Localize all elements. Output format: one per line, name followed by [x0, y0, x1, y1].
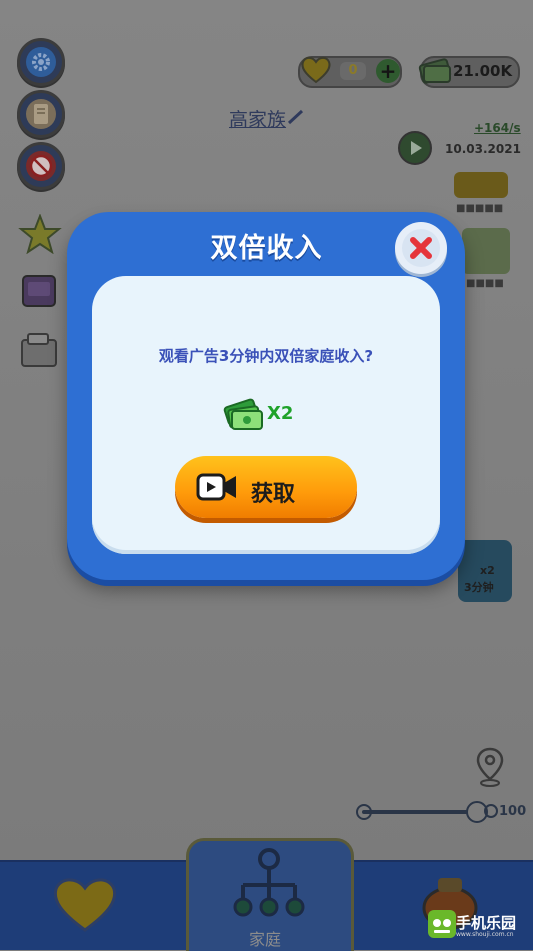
- play-video-button[interactable]: [398, 131, 432, 165]
- location-pin-icon[interactable]: [474, 745, 506, 789]
- notebook-button[interactable]: [17, 90, 65, 138]
- cash-icon: [418, 58, 452, 84]
- family-tree-icon: [233, 848, 305, 917]
- family-name: 高家族: [229, 109, 287, 131]
- nav-family-label: 家庭: [249, 930, 282, 949]
- zoom-value: 100: [499, 804, 527, 819]
- add-hearts-button[interactable]: +: [376, 59, 400, 83]
- video-camera-icon: [196, 473, 236, 501]
- dialog-title: 双倍收入: [210, 233, 323, 264]
- watermark-url: www.shouji.com.cn: [456, 931, 514, 938]
- boost-multiplier: x2: [480, 564, 495, 577]
- boost-duration: 3分钟: [464, 581, 494, 594]
- cash-stack-icon: [223, 398, 263, 430]
- nav-heart-icon[interactable]: [50, 874, 120, 934]
- get-reward-label: 获取: [251, 482, 296, 507]
- gear-icon: [26, 47, 56, 77]
- zoom-min-icon: [356, 804, 372, 820]
- treasure-button[interactable]: [454, 172, 508, 198]
- purple-book-icon: [22, 275, 56, 307]
- zoom-max-icon: [484, 804, 498, 818]
- game-date: 10.03.2021: [445, 142, 521, 156]
- close-button[interactable]: [395, 222, 447, 274]
- dialog-question: 观看广告3分钟内双倍家庭收入?: [158, 347, 374, 365]
- reward-multiplier: X2: [267, 403, 294, 424]
- book-collection-button[interactable]: [18, 272, 62, 312]
- heart-icon: [301, 56, 331, 84]
- no-ads-button[interactable]: [17, 142, 65, 190]
- worker-label: ■■■■: [466, 278, 504, 289]
- play-icon: [411, 141, 422, 155]
- treasure-label: ■■■■■: [456, 203, 504, 214]
- archive-button[interactable]: [18, 332, 62, 372]
- edit-pencil-icon[interactable]: [286, 108, 306, 126]
- close-icon: [402, 229, 440, 267]
- family-name-link[interactable]: 高家族: [229, 105, 306, 132]
- zoom-slider[interactable]: [362, 810, 480, 814]
- money-amount: 21.00K: [453, 62, 513, 80]
- watermark-brand: 手机乐园: [456, 914, 517, 932]
- archive-icon: [21, 333, 57, 367]
- settings-button[interactable]: [17, 38, 65, 86]
- notebook-icon: [26, 99, 56, 129]
- no-ads-icon: [26, 151, 56, 181]
- hearts-count: 0: [340, 62, 366, 80]
- income-rate: +164/s: [474, 121, 521, 135]
